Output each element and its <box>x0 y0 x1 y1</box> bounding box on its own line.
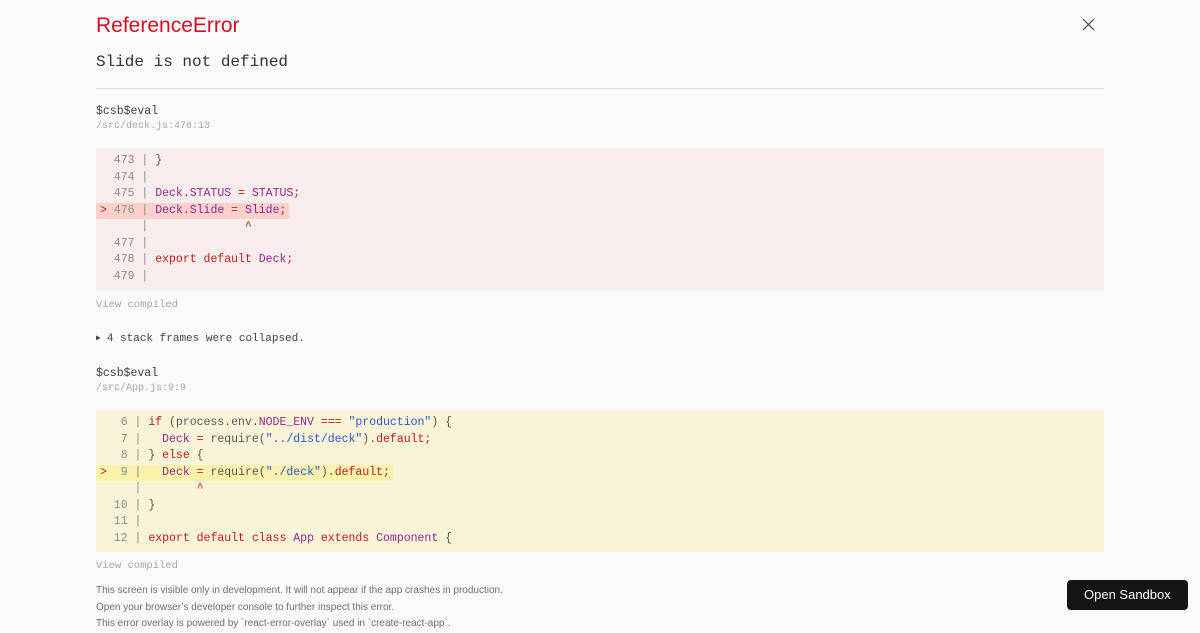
footer-note: This screen is visible only in developme… <box>96 583 1104 633</box>
code-line: 10 | } <box>100 498 156 512</box>
footer-line-overlay: This error overlay is powered by `react-… <box>96 618 451 629</box>
code-line: 477 | <box>100 236 149 250</box>
code-line: 8 | } else { <box>100 449 204 462</box>
code-line: > 9 | Deck = require("./deck").default; <box>96 464 1100 481</box>
close-button[interactable] <box>1078 14 1098 34</box>
stack-frame-2: $csb$eval /src/App.js:9:9 6 | if (proces… <box>96 366 1104 573</box>
close-icon <box>1082 18 1094 30</box>
code-line: 478 | export default Deck; <box>100 253 294 266</box>
code-line: 479 | <box>100 269 149 283</box>
frame-function-name: $csb$eval <box>96 367 159 380</box>
code-block-app: 6 | if (process.env.NODE_ENV === "produc… <box>96 410 1104 552</box>
code-line: | ^ <box>100 220 252 233</box>
frame-file-location: /src/deck.js:476:13 <box>96 121 211 132</box>
code-line: 473 | } <box>100 154 163 167</box>
triangle-right-icon: ▶ <box>96 334 101 343</box>
overlay-content: ReferenceError Slide is not defined $csb… <box>0 0 1200 633</box>
footer-line-development: This screen is visible only in developme… <box>96 585 503 596</box>
code-line: 12 | export default class App extends Co… <box>100 531 453 545</box>
code-line: 475 | Deck.STATUS = STATUS; <box>100 187 301 200</box>
code-block-deck: 473 | } 474 | 475 | Deck.STATUS = STATUS… <box>96 148 1104 290</box>
error-overlay: { "palette": { "g": "#8c8c8c", "d": "#57… <box>0 0 1200 630</box>
code-line: > 476 | Deck.Slide = Slide; <box>96 202 1100 219</box>
error-type-title: ReferenceError <box>96 14 240 37</box>
code-line: 7 | Deck = require("../dist/deck").defau… <box>100 432 432 446</box>
divider <box>96 88 1104 89</box>
view-compiled-link[interactable]: View compiled <box>96 560 1104 573</box>
stack-frame-1: $csb$eval /src/deck.js:476:13 473 | } 47… <box>96 104 1104 312</box>
open-sandbox-button[interactable]: Open Sandbox <box>1067 580 1188 610</box>
view-compiled-link[interactable]: View compiled <box>96 299 178 312</box>
code-line: 11 | <box>100 515 142 528</box>
collapsed-frames-toggle[interactable]: ▶ 4 stack frames were collapsed. <box>96 332 1104 346</box>
code-line: | ^ <box>100 482 204 495</box>
code-line: 6 | if (process.env.NODE_ENV === "produc… <box>100 416 453 429</box>
frame-file-location: /src/App.js:9:9 <box>96 383 187 394</box>
collapsed-frames-label: 4 stack frames were collapsed. <box>106 333 305 345</box>
error-message: Slide is not defined <box>96 53 289 71</box>
frame-function-name: $csb$eval <box>96 105 159 118</box>
footer-line-console: Open your browser’s developer console to… <box>96 601 395 613</box>
code-line: 474 | <box>100 170 149 184</box>
